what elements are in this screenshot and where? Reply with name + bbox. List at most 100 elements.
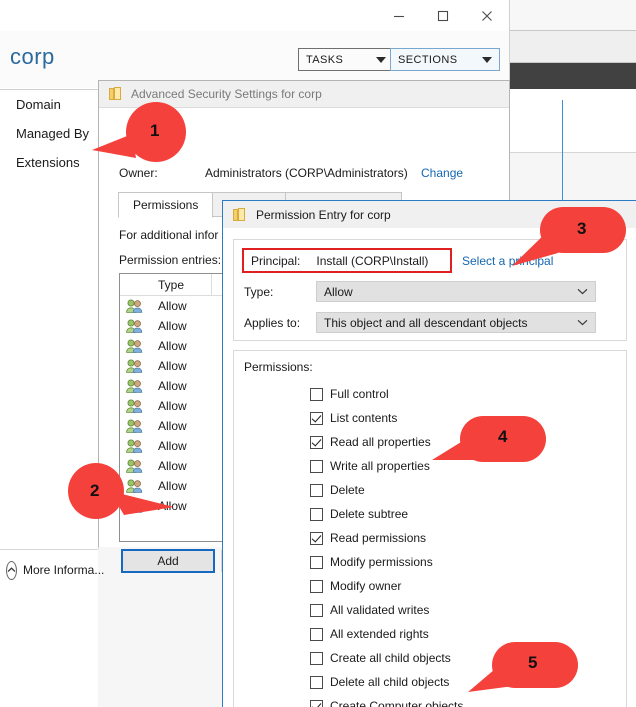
callout-1: 1 <box>92 102 192 164</box>
permission-row-read-permissions[interactable]: Read permissions <box>310 526 610 550</box>
tasks-button[interactable]: TASKS <box>298 48 394 71</box>
user-group-icon <box>120 339 148 353</box>
adac-window <box>0 0 510 90</box>
grid-header-type[interactable]: Type <box>148 274 212 295</box>
permission-row-delete-subtree[interactable]: Delete subtree <box>310 502 610 526</box>
sections-button-label: SECTIONS <box>398 53 458 66</box>
advanced-security-title: Advanced Security Settings for corp <box>131 87 322 101</box>
permission-row-full-control[interactable]: Full control <box>310 382 610 406</box>
checkbox-modify-permissions[interactable] <box>310 555 323 569</box>
permission-entries-label: Permission entries: <box>119 253 222 267</box>
grid-header-icon-col <box>120 274 148 295</box>
adac-nav-bottom <box>0 590 98 707</box>
permission-label-write-all-properties: Write all properties <box>330 459 430 473</box>
checkbox-all-validated-writes[interactable] <box>310 603 323 617</box>
user-group-icon <box>120 399 148 413</box>
permission-entry-dialog: Permission Entry for corp Principal: Ins… <box>222 200 636 707</box>
more-information-toggle[interactable]: More Informa... <box>0 550 104 590</box>
permission-row-delete[interactable]: Delete <box>310 478 610 502</box>
sidebar-item-extensions[interactable]: Extensions <box>16 155 80 170</box>
permission-entry-body: Principal: Install (CORP\Install) Select… <box>223 228 636 707</box>
permission-label-modify-owner: Modify owner <box>330 579 402 593</box>
row-type: Allow <box>158 419 187 433</box>
background-strip-a <box>508 0 636 23</box>
row-type: Allow <box>158 439 187 453</box>
maximize-icon[interactable] <box>421 0 465 31</box>
checkbox-modify-owner[interactable] <box>310 579 323 593</box>
user-group-icon <box>120 299 148 313</box>
user-group-icon <box>120 419 148 433</box>
checkbox-read-permissions[interactable] <box>310 531 323 545</box>
tab-permissions[interactable]: Permissions <box>118 192 214 218</box>
permission-label-delete-subtree: Delete subtree <box>330 507 409 521</box>
owner-value: Administrators (CORP\Administrators) <box>205 166 408 180</box>
principal-label: Principal: <box>251 253 301 268</box>
checkbox-list-contents[interactable] <box>310 411 323 425</box>
callout-5: 5 <box>468 642 588 700</box>
chevron-up-icon <box>6 560 17 580</box>
applies-to-select[interactable]: This object and all descendant objects <box>316 312 596 333</box>
row-type: Allow <box>158 299 187 313</box>
checkbox-create-computer-objects[interactable] <box>310 699 323 707</box>
permission-label-delete-all-child-objects: Delete all child objects <box>330 675 450 689</box>
checkbox-delete-subtree[interactable] <box>310 507 323 521</box>
user-group-icon <box>120 379 148 393</box>
background-strip-b <box>508 22 636 30</box>
minimize-icon[interactable] <box>377 0 421 31</box>
sidebar-item-managed-by[interactable]: Managed By <box>16 126 89 141</box>
checkbox-delete[interactable] <box>310 483 323 497</box>
folder-icon <box>233 207 246 222</box>
row-type: Allow <box>158 339 187 353</box>
permission-row-all-validated-writes[interactable]: All validated writes <box>310 598 610 622</box>
permissions-label: Permissions: <box>244 360 313 374</box>
callout-4-number: 4 <box>498 427 508 446</box>
screenshot-root: Domain Managed By Extensions More Inform… <box>0 0 636 707</box>
checkbox-all-extended-rights[interactable] <box>310 627 323 641</box>
callout-1-number: 1 <box>150 121 160 140</box>
background-strip-d <box>508 31 636 62</box>
checkbox-delete-all-child-objects[interactable] <box>310 675 323 689</box>
chevron-down-icon <box>376 56 386 63</box>
permission-label-create-all-child-objects: Create all child objects <box>330 651 451 665</box>
chevron-down-icon <box>569 288 595 295</box>
close-icon[interactable] <box>465 0 509 31</box>
checkbox-create-all-child-objects[interactable] <box>310 651 323 665</box>
checkbox-read-all-properties[interactable] <box>310 435 323 449</box>
type-label: Type: <box>244 285 274 299</box>
row-type: Allow <box>158 359 187 373</box>
row-type: Allow <box>158 379 187 393</box>
background-dark-bar <box>508 63 636 89</box>
sidebar-item-domain[interactable]: Domain <box>16 97 61 112</box>
permission-label-create-computer-objects: Create Computer objects <box>330 699 464 707</box>
user-group-icon <box>120 439 148 453</box>
checkbox-write-all-properties[interactable] <box>310 459 323 473</box>
applies-to-select-value: This object and all descendant objects <box>324 315 528 330</box>
sections-button[interactable]: SECTIONS <box>390 48 500 71</box>
permission-label-all-validated-writes: All validated writes <box>330 603 430 617</box>
callout-2: 2 <box>48 463 180 525</box>
add-button[interactable]: Add <box>121 549 215 573</box>
permission-label-read-permissions: Read permissions <box>330 531 427 545</box>
page-title: corp <box>10 44 55 69</box>
chevron-down-icon <box>482 56 492 63</box>
permission-entry-title: Permission Entry for corp <box>256 207 391 222</box>
permission-label-all-extended-rights: All extended rights <box>330 627 429 641</box>
permission-row-modify-owner[interactable]: Modify owner <box>310 574 610 598</box>
permission-label-full-control: Full control <box>330 387 389 401</box>
window-controls <box>377 0 509 31</box>
callout-3: 3 <box>512 203 632 266</box>
user-group-icon <box>120 319 148 333</box>
row-type: Allow <box>158 399 187 413</box>
principal-value: Install (CORP\Install) <box>316 253 429 268</box>
callout-3-number: 3 <box>577 219 587 238</box>
type-select[interactable]: Allow <box>316 281 596 302</box>
additional-information-text: For additional infor <box>119 228 219 242</box>
checkbox-full-control[interactable] <box>310 387 323 401</box>
change-owner-link[interactable]: Change <box>421 166 463 180</box>
owner-label: Owner: <box>119 166 158 180</box>
permission-label-modify-permissions: Modify permissions <box>330 555 433 569</box>
more-information-label: More Informa... <box>23 563 105 577</box>
adac-titlebar <box>0 0 509 31</box>
permission-row-modify-permissions[interactable]: Modify permissions <box>310 550 610 574</box>
permission-label-list-contents: List contents <box>330 411 398 425</box>
